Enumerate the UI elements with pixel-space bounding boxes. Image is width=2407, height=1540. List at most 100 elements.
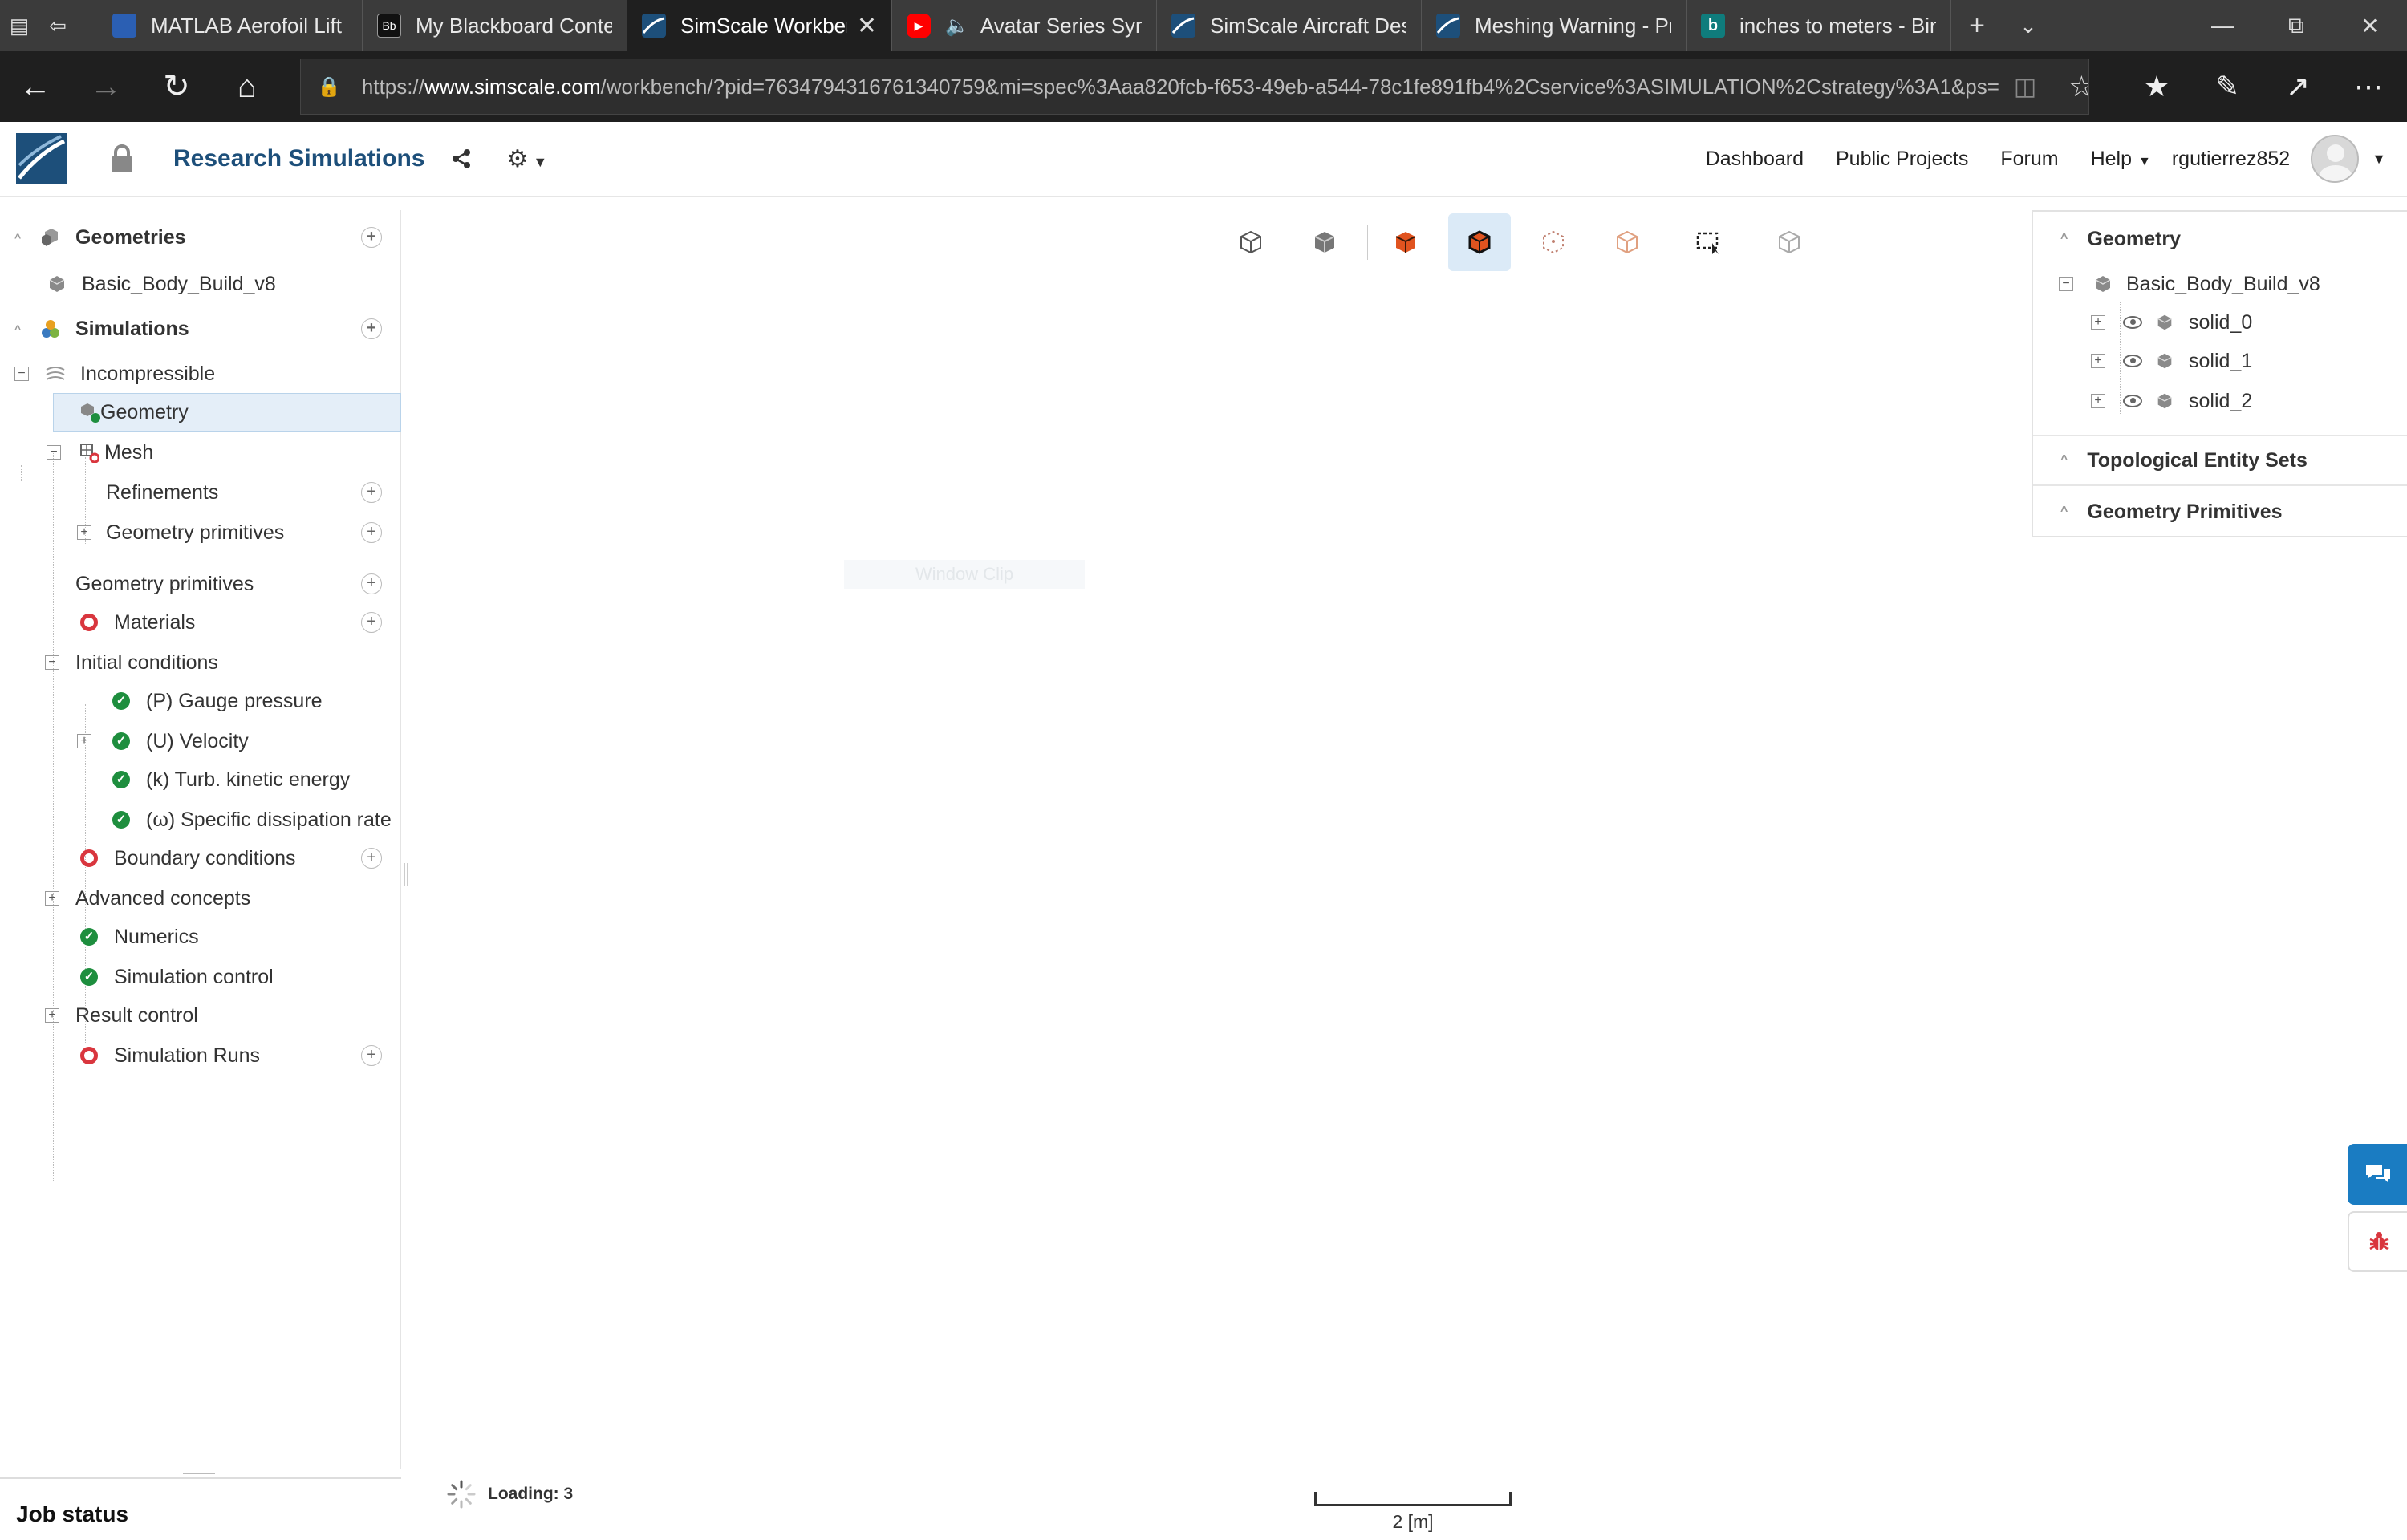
tree-item-mesh-geometry-primitives[interactable]: + Geometry primitives + bbox=[0, 513, 400, 552]
geometry-primitives-header[interactable]: ^ Geometry Primitives bbox=[2033, 492, 2407, 531]
browser-tab[interactable]: b inches to meters - Bin bbox=[1687, 0, 1951, 51]
nav-public-projects[interactable]: Public Projects bbox=[1836, 148, 1968, 171]
chevron-up-icon[interactable]: ^ bbox=[14, 322, 21, 335]
new-tab-icon[interactable]: + bbox=[1951, 10, 2003, 42]
collapse-icon[interactable]: − bbox=[14, 367, 29, 381]
report-bug-button[interactable] bbox=[2348, 1211, 2407, 1272]
expand-icon[interactable]: + bbox=[2091, 315, 2105, 330]
tree-item-geometry-primitives[interactable]: Geometry primitives + bbox=[0, 565, 400, 603]
share-icon[interactable] bbox=[452, 148, 471, 169]
solid-item[interactable]: + solid_1 bbox=[2033, 342, 2407, 380]
favorite-star-icon[interactable]: ☆ bbox=[2068, 70, 2088, 103]
project-title[interactable]: Research Simulations bbox=[173, 145, 424, 172]
chat-button[interactable] bbox=[2348, 1144, 2407, 1205]
job-status-panel[interactable]: Job status bbox=[0, 1477, 401, 1540]
favorites-icon[interactable]: ★ bbox=[2121, 70, 2192, 103]
browser-tab[interactable]: Bb My Blackboard Conter bbox=[363, 0, 627, 51]
browser-tab[interactable]: MATLAB Aerofoil Lift C bbox=[98, 0, 363, 51]
chevron-up-icon[interactable]: ^ bbox=[14, 231, 21, 244]
geometry-panel-header[interactable]: ^ Geometry bbox=[2033, 220, 2407, 258]
tree-item-simulation-control[interactable]: ✓ Simulation control bbox=[0, 958, 400, 996]
view-wireframe-button[interactable] bbox=[1220, 213, 1282, 271]
eye-icon[interactable] bbox=[2123, 316, 2142, 329]
url-field[interactable]: 🔒 https://www.simscale.com/workbench/?pi… bbox=[300, 59, 2089, 115]
add-material-button[interactable]: + bbox=[361, 612, 382, 633]
add-primitive-button[interactable]: + bbox=[361, 573, 382, 594]
collapse-icon[interactable]: − bbox=[45, 655, 59, 670]
username[interactable]: rgutierrez852 bbox=[2172, 148, 2290, 171]
share-icon[interactable]: ↗ bbox=[2263, 70, 2333, 103]
forward-icon[interactable]: → bbox=[71, 51, 141, 122]
tree-item-ic-pressure[interactable]: ✓ (P) Gauge pressure bbox=[0, 682, 400, 720]
close-tab-icon[interactable]: ✕ bbox=[857, 12, 877, 40]
expand-icon[interactable]: + bbox=[45, 891, 59, 906]
expand-icon[interactable]: + bbox=[77, 525, 91, 540]
set-aside-tabs-icon[interactable]: ⇦ bbox=[39, 0, 77, 51]
select-volume-button[interactable] bbox=[1374, 213, 1437, 271]
avatar[interactable] bbox=[2311, 135, 2360, 183]
nav-dashboard[interactable]: Dashboard bbox=[1706, 148, 1804, 171]
topological-entity-sets-header[interactable]: ^ Topological Entity Sets bbox=[2033, 441, 2407, 480]
browser-tab[interactable]: ▶ 🔈 Avatar Series Sym bbox=[892, 0, 1157, 51]
restore-icon[interactable]: ⧉ bbox=[2259, 0, 2333, 51]
tree-item-boundary-conditions[interactable]: Boundary conditions + bbox=[0, 839, 400, 877]
panel-resize-handle[interactable] bbox=[404, 863, 408, 886]
tree-item-result-control[interactable]: + Result control bbox=[0, 996, 400, 1035]
reading-view-icon[interactable]: ◫ bbox=[1999, 73, 2036, 101]
select-edge-button[interactable] bbox=[1522, 213, 1585, 271]
browser-tab-active[interactable]: SimScale Workber ✕ bbox=[627, 0, 892, 51]
collapse-icon[interactable]: − bbox=[47, 445, 61, 460]
view-solid-button[interactable] bbox=[1293, 213, 1356, 271]
close-window-icon[interactable]: ✕ bbox=[2333, 0, 2407, 51]
tree-item-refinements[interactable]: Refinements + bbox=[0, 473, 400, 512]
home-icon[interactable]: ⌂ bbox=[212, 51, 282, 122]
speaker-icon[interactable]: 🔈 bbox=[945, 14, 969, 38]
tree-item-ic-velocity[interactable]: + ✓ (U) Velocity bbox=[0, 722, 400, 760]
browser-tab[interactable]: SimScale Aircraft Desi bbox=[1157, 0, 1422, 51]
settings-dropdown[interactable]: ⚙ ▼ bbox=[506, 145, 547, 173]
add-primitive-button[interactable]: + bbox=[361, 522, 382, 543]
add-simulation-run-button[interactable]: + bbox=[361, 1045, 382, 1066]
solid-item[interactable]: + solid_2 bbox=[2033, 382, 2407, 420]
tree-item-geometry[interactable]: Geometry bbox=[53, 393, 401, 432]
tree-item-advanced-concepts[interactable]: + Advanced concepts bbox=[0, 879, 400, 918]
solid-item[interactable]: + solid_0 bbox=[2033, 303, 2407, 342]
tree-item-geometry-file[interactable]: Basic_Body_Build_v8 bbox=[0, 265, 400, 303]
expand-icon[interactable]: + bbox=[2091, 394, 2105, 408]
simscale-logo[interactable] bbox=[16, 133, 67, 184]
tree-item-initial-conditions[interactable]: − Initial conditions bbox=[0, 643, 400, 682]
refresh-icon[interactable]: ↻ bbox=[141, 51, 212, 122]
tree-section-simulations[interactable]: ^ Simulations + bbox=[0, 310, 400, 348]
tree-item-simulation-runs[interactable]: Simulation Runs + bbox=[0, 1036, 400, 1075]
pen-icon[interactable]: ✎ bbox=[2192, 70, 2263, 103]
tree-item-mesh[interactable]: − Mesh bbox=[0, 433, 400, 472]
tree-item-ic-omega[interactable]: ✓ (ω) Specific dissipation rate bbox=[0, 800, 400, 839]
add-boundary-condition-button[interactable]: + bbox=[361, 848, 382, 869]
more-icon[interactable]: ⋯ bbox=[2333, 70, 2404, 103]
back-icon[interactable]: ← bbox=[0, 51, 71, 122]
nav-help[interactable]: Help ▼ bbox=[2091, 148, 2151, 171]
tree-section-geometries[interactable]: ^ Geometries + bbox=[0, 218, 400, 257]
browser-tab[interactable]: Meshing Warning - Pr bbox=[1422, 0, 1687, 51]
tree-item-incompressible[interactable]: − Incompressible bbox=[0, 355, 400, 393]
tab-actions-icon[interactable]: ▤ bbox=[0, 0, 39, 51]
collapse-icon[interactable]: − bbox=[2059, 277, 2073, 291]
chevron-down-icon[interactable]: ▼ bbox=[2372, 151, 2386, 168]
tree-item-materials[interactable]: Materials + bbox=[0, 603, 400, 642]
tab-list-chevron-icon[interactable]: ⌄ bbox=[2003, 14, 2054, 38]
select-face-button[interactable] bbox=[1448, 213, 1511, 271]
chevron-up-icon[interactable]: ^ bbox=[2060, 505, 2068, 519]
add-geometry-button[interactable]: + bbox=[361, 227, 382, 248]
nav-forum[interactable]: Forum bbox=[2000, 148, 2058, 171]
chevron-up-icon[interactable]: ^ bbox=[2060, 232, 2068, 246]
tree-item-ic-k[interactable]: ✓ (k) Turb. kinetic energy bbox=[0, 760, 400, 799]
add-refinement-button[interactable]: + bbox=[361, 482, 382, 503]
select-point-button[interactable] bbox=[1596, 213, 1658, 271]
tree-item-numerics[interactable]: ✓ Numerics bbox=[0, 918, 400, 956]
eye-icon[interactable] bbox=[2123, 355, 2142, 367]
hide-selection-button[interactable] bbox=[1758, 213, 1820, 271]
eye-icon[interactable] bbox=[2123, 395, 2142, 407]
add-simulation-button[interactable]: + bbox=[361, 318, 382, 339]
expand-icon[interactable]: + bbox=[77, 734, 91, 748]
expand-icon[interactable]: + bbox=[2091, 354, 2105, 368]
